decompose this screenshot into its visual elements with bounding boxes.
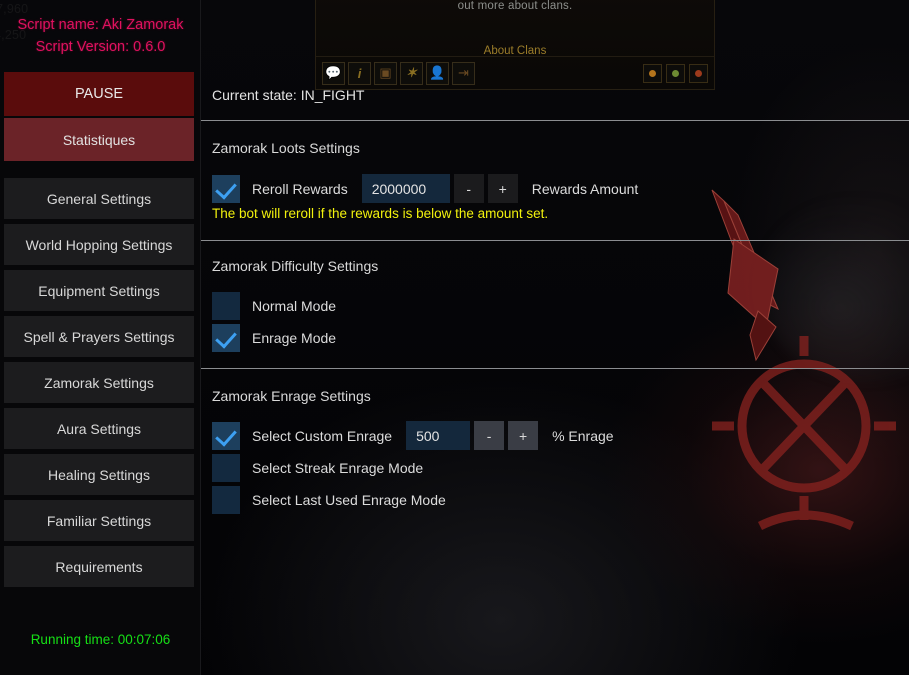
sidebar-item-familiar-settings[interactable]: Familiar Settings (4, 500, 194, 541)
normal-mode-label: Normal Mode (252, 298, 337, 314)
last-used-enrage-row: Select Last Used Enrage Mode (212, 486, 446, 514)
enrage-mode-checkbox[interactable] (212, 324, 240, 352)
rewards-amount-unit-label: Rewards Amount (531, 180, 639, 197)
reroll-rewards-checkbox[interactable] (212, 174, 240, 203)
enrage-increment-button[interactable]: + (508, 421, 539, 450)
normal-mode-checkbox[interactable] (212, 292, 240, 320)
custom-enrage-input[interactable] (406, 421, 471, 450)
divider-2 (201, 240, 909, 241)
script-version-label: Script Version: 0.6.0 (35, 39, 166, 55)
script-header: Script name: Aki Zamorak Script Version:… (0, 14, 201, 58)
sidebar: Script name: Aki Zamorak Script Version:… (0, 0, 201, 675)
divider-3 (201, 368, 909, 369)
custom-enrage-label: Select Custom Enrage (252, 427, 393, 444)
custom-enrage-row: Select Custom Enrage - + % Enrage (212, 421, 614, 450)
script-name-label: Script name: Aki Zamorak (17, 17, 184, 33)
reroll-rewards-row: Reroll Rewards - + Rewards Amount (212, 174, 638, 203)
statistics-button[interactable]: Statistiques (4, 118, 194, 161)
reroll-increment-button[interactable]: + (487, 174, 518, 203)
reroll-rewards-input[interactable] (361, 174, 450, 203)
custom-enrage-checkbox[interactable] (212, 421, 240, 450)
main-panel: Current state: IN_FIGHT Zamorak Loots Se… (201, 0, 909, 675)
sidebar-item-zamorak-settings[interactable]: Zamorak Settings (4, 362, 194, 403)
streak-enrage-row: Select Streak Enrage Mode (212, 454, 423, 482)
script-overlay-window: 7,960 4,250 out more about clans. About … (0, 0, 909, 675)
reroll-decrement-button[interactable]: - (453, 174, 484, 203)
last-used-enrage-checkbox[interactable] (212, 486, 240, 514)
sidebar-item-requirements[interactable]: Requirements (4, 546, 194, 587)
enrage-mode-label: Enrage Mode (252, 330, 337, 346)
sidebar-item-world-hopping-settings[interactable]: World Hopping Settings (4, 224, 194, 265)
reroll-hint-text: The bot will reroll if the rewards is be… (212, 206, 549, 221)
pause-button[interactable]: PAUSE (4, 72, 194, 116)
sidebar-item-equipment-settings[interactable]: Equipment Settings (4, 270, 194, 311)
sidebar-nav: General Settings World Hopping Settings … (4, 178, 194, 592)
enrage-section-title: Zamorak Enrage Settings (212, 388, 371, 404)
enrage-mode-row: Enrage Mode (212, 324, 336, 352)
enrage-decrement-button[interactable]: - (474, 421, 505, 450)
normal-mode-row: Normal Mode (212, 292, 336, 320)
divider-1 (201, 120, 909, 121)
current-state-label: Current state: IN_FIGHT (212, 87, 365, 103)
sidebar-item-spell-prayers-settings[interactable]: Spell & Prayers Settings (4, 316, 194, 357)
running-time-label: Running time: 00:07:06 (30, 632, 171, 647)
reroll-rewards-label: Reroll Rewards (252, 180, 348, 197)
streak-enrage-checkbox[interactable] (212, 454, 240, 482)
difficulty-section-title: Zamorak Difficulty Settings (212, 258, 379, 274)
percent-enrage-unit-label: % Enrage (552, 427, 614, 444)
last-used-enrage-label: Select Last Used Enrage Mode (252, 492, 446, 508)
sidebar-item-general-settings[interactable]: General Settings (4, 178, 194, 219)
loots-section-title: Zamorak Loots Settings (212, 140, 360, 156)
streak-enrage-label: Select Streak Enrage Mode (252, 460, 424, 476)
sidebar-item-healing-settings[interactable]: Healing Settings (4, 454, 194, 495)
sidebar-item-aura-settings[interactable]: Aura Settings (4, 408, 194, 449)
